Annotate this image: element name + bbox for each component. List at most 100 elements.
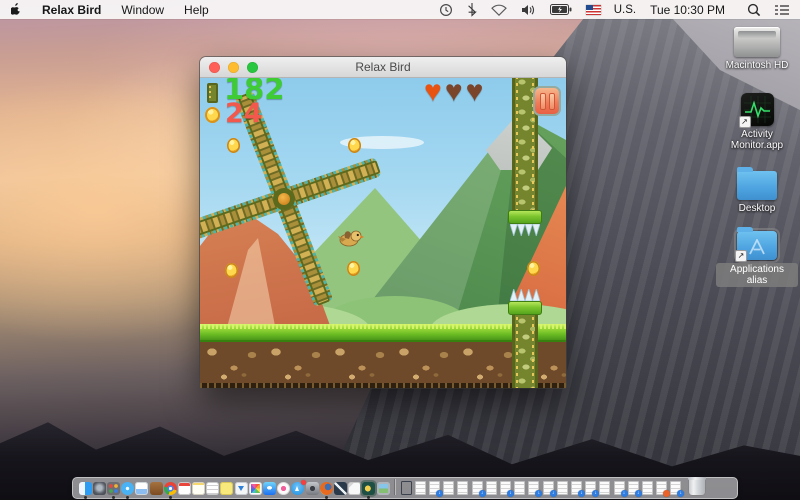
running-indicator <box>367 496 370 499</box>
dock-minimized-doc[interactable] <box>514 481 525 495</box>
download-badge: ↓ <box>621 490 628 497</box>
running-indicator <box>112 496 115 499</box>
dock-launchpad-icon[interactable] <box>93 482 106 495</box>
dock-minimized-doc[interactable]: ↓ <box>628 481 639 495</box>
dock-installer-icon[interactable] <box>235 482 248 495</box>
running-indicator <box>84 496 87 499</box>
alias-arrow-badge: ↗ <box>735 250 747 262</box>
download-badge: ↓ <box>677 490 684 497</box>
dock-minimized-doc[interactable] <box>415 481 426 495</box>
dock-itunes-icon[interactable] <box>277 482 290 495</box>
time-machine-icon[interactable] <box>432 0 460 19</box>
close-button[interactable] <box>209 62 220 73</box>
dock-minimized-doc[interactable]: ↓ <box>528 481 539 495</box>
coins-score-value: 24 <box>225 98 263 129</box>
dock-relax-bird-icon[interactable] <box>362 482 375 495</box>
dock-stickies-icon[interactable] <box>220 482 233 495</box>
input-flag-icon[interactable] <box>579 0 608 19</box>
dock-notes-icon[interactable] <box>192 482 205 495</box>
minimize-button[interactable] <box>228 62 239 73</box>
dock-pixelmator-icon[interactable] <box>334 482 347 495</box>
trash-icon[interactable] <box>689 477 705 495</box>
dock-minimized-doc[interactable]: ↓ <box>429 481 440 495</box>
bluetooth-icon[interactable] <box>460 0 484 19</box>
alias-arrow-badge: ↗ <box>739 116 751 128</box>
life-heart-empty-icon: ♥ <box>445 78 463 109</box>
notification-center-icon[interactable] <box>768 0 800 19</box>
life-heart-filled-icon: ♥ <box>424 78 442 109</box>
download-badge: ↓ <box>635 490 642 497</box>
pipes-score-icon <box>207 83 218 103</box>
dock-minimized-doc[interactable] <box>656 481 667 495</box>
wifi-icon[interactable] <box>484 0 514 19</box>
lives-hearts: ♥♥♥ <box>424 78 483 109</box>
desktop-icon-desktop[interactable]: Desktop <box>716 167 798 214</box>
game-canvas[interactable]: 182 24 ♥♥♥ <box>200 78 566 388</box>
pause-button[interactable] <box>533 86 561 116</box>
pipe-cap <box>508 301 542 315</box>
dock-separator <box>394 479 395 495</box>
desktop-icon-activity-monitor-app[interactable]: ↗Activity Monitor.app <box>716 93 798 151</box>
desktop-icon-macintosh-hd[interactable]: Macintosh HD <box>716 27 798 71</box>
desktop-icon-column: Macintosh HD↗Activity Monitor.appDesktop… <box>716 27 798 287</box>
dock-minimized-doc[interactable]: ↓ <box>571 481 582 495</box>
desktop-icon-label: Activity Monitor.app <box>718 129 796 151</box>
battery-icon[interactable] <box>543 0 579 19</box>
download-badge: ↓ <box>507 490 514 497</box>
dock-photos-icon[interactable] <box>249 482 262 495</box>
folder-icon <box>737 171 777 200</box>
activity-icon: ↗ <box>741 93 774 126</box>
dock-minimized-doc[interactable]: ↓ <box>614 481 625 495</box>
desktop-icon-label: Applications alias <box>716 263 798 287</box>
dock-mission-control-icon[interactable] <box>107 482 120 495</box>
dock-app-store-icon[interactable] <box>291 482 304 495</box>
dock-minimized-doc[interactable]: ↓ <box>670 481 681 495</box>
dock-finder-icon[interactable] <box>79 482 92 495</box>
menu-item-relax-bird[interactable]: Relax Bird <box>32 0 111 19</box>
dock-minimized-photo[interactable] <box>401 481 412 495</box>
download-badge: ↓ <box>535 490 542 497</box>
coins-score-icon <box>205 107 220 123</box>
dock-calendar-icon[interactable] <box>178 482 191 495</box>
desktop-icon-applications-alias[interactable]: ↗Applications alias <box>716 227 798 287</box>
dock-messages-icon[interactable] <box>263 482 276 495</box>
dock-minimized-doc[interactable]: ↓ <box>585 481 596 495</box>
dock-minimized-doc[interactable] <box>486 481 497 495</box>
windmill-hub <box>273 188 295 210</box>
dock-safari-icon[interactable] <box>121 482 134 495</box>
dock-minimized-doc[interactable] <box>642 481 653 495</box>
dock-minimized-doc[interactable] <box>457 481 468 495</box>
window-titlebar[interactable]: Relax Bird <box>200 57 566 78</box>
apple-menu-icon[interactable] <box>0 3 32 17</box>
spotlight-icon[interactable] <box>733 0 768 19</box>
download-badge: ↓ <box>550 490 557 497</box>
dock-image-editor-icon[interactable] <box>377 482 390 495</box>
dock-minimized-doc[interactable]: ↓ <box>500 481 511 495</box>
dock-minimized-doc[interactable] <box>599 481 610 495</box>
download-badge: ↓ <box>436 490 443 497</box>
spikes-up <box>510 289 540 301</box>
zoom-button[interactable] <box>247 62 258 73</box>
dock-minimized-doc[interactable] <box>443 481 454 495</box>
dock-minimized-doc[interactable]: ↓ <box>472 481 483 495</box>
dock-minimized-doc[interactable]: ↓ <box>543 481 554 495</box>
menu-item-window[interactable]: Window <box>111 0 174 19</box>
coin-pickup <box>225 263 238 278</box>
game-window: Relax Bird <box>200 57 566 388</box>
desktop-icon-label: Desktop <box>739 203 776 214</box>
pause-icon <box>549 93 555 110</box>
dock-photo-booth-icon[interactable] <box>306 482 319 495</box>
volume-icon[interactable] <box>514 0 543 19</box>
download-badge: ↓ <box>592 490 599 497</box>
menu-item-help[interactable]: Help <box>174 0 219 19</box>
dock-minimized-doc[interactable] <box>557 481 568 495</box>
dock-mail-icon[interactable] <box>135 482 148 495</box>
input-source-label[interactable]: U.S. <box>608 4 642 16</box>
menu-clock[interactable]: Tue 10:30 PM <box>642 3 733 17</box>
dock-chrome-icon[interactable] <box>164 482 177 495</box>
dock-contacts-icon[interactable] <box>150 482 163 495</box>
download-badge: ↓ <box>479 490 486 497</box>
dock-firefox-icon[interactable] <box>320 482 333 495</box>
dock-draft-doc-icon[interactable] <box>348 482 361 495</box>
dock-textedit-icon[interactable] <box>206 482 219 495</box>
